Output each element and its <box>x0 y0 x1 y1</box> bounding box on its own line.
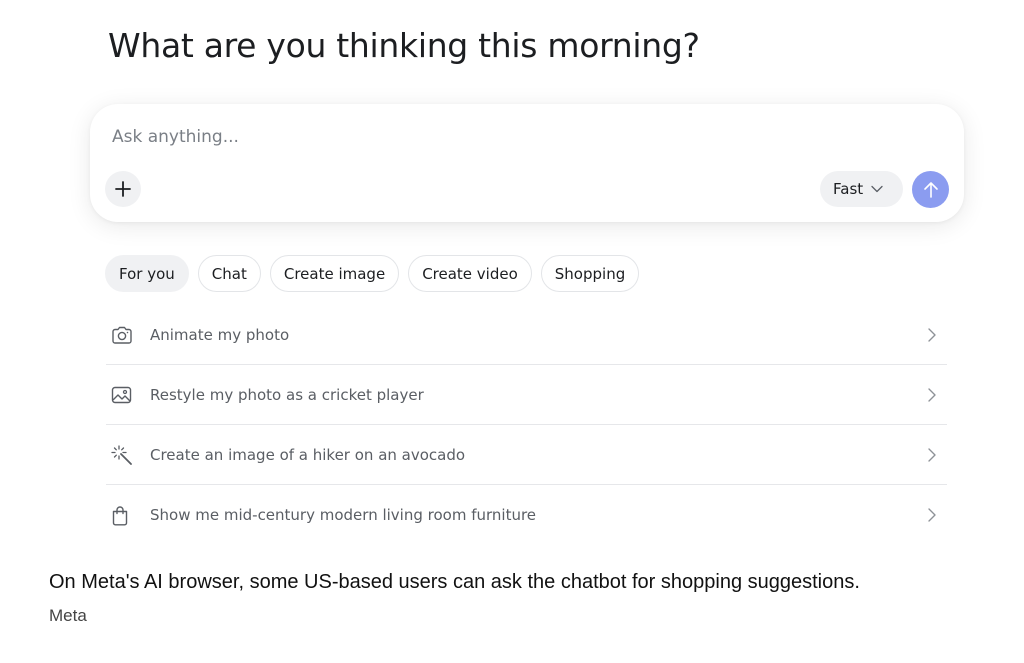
add-attachment-button[interactable] <box>105 171 141 207</box>
suggestion-restyle-photo[interactable]: Restyle my photo as a cricket player <box>106 365 947 425</box>
shopping-bag-icon <box>112 505 128 525</box>
suggestion-create-image[interactable]: Create an image of a hiker on an avocado <box>106 425 947 485</box>
chevron-right-icon <box>928 328 936 342</box>
category-tabs: For you Chat Create image Create video S… <box>105 255 640 292</box>
tab-for-you[interactable]: For you <box>105 255 189 292</box>
chevron-right-icon <box>928 508 936 522</box>
chevron-down-icon <box>871 185 883 193</box>
image-caption: On Meta's AI browser, some US-based user… <box>49 571 860 593</box>
tab-create-image[interactable]: Create image <box>269 255 400 292</box>
tab-create-video[interactable]: Create video <box>408 255 532 292</box>
suggestion-label: Show me mid-century modern living room f… <box>150 506 537 524</box>
suggestion-label: Animate my photo <box>150 325 290 344</box>
suggestion-label: Create an image of a hiker on an avocado <box>150 445 466 464</box>
image-credit: Meta <box>49 606 87 625</box>
image-icon <box>111 386 132 403</box>
magic-wand-icon <box>111 444 132 465</box>
page-heading: What are you thinking this morning? <box>108 26 700 65</box>
arrow-up-icon <box>923 181 938 198</box>
tab-chat[interactable]: Chat <box>197 255 261 292</box>
chevron-right-icon <box>928 388 936 402</box>
suggestion-label: Restyle my photo as a cricket player <box>150 385 424 404</box>
prompt-composer: Fast <box>90 104 964 222</box>
mode-label: Fast <box>833 180 864 198</box>
tab-shopping[interactable]: Shopping <box>540 255 640 292</box>
suggestion-shopping-furniture[interactable]: Show me mid-century modern living room f… <box>106 485 947 545</box>
chevron-right-icon <box>928 448 936 462</box>
suggestion-animate-photo[interactable]: Animate my photo <box>106 305 947 365</box>
suggestion-list: Animate my photo Restyle my photo as a c… <box>106 305 947 545</box>
send-button[interactable] <box>912 171 949 208</box>
mode-selector-button[interactable]: Fast <box>820 171 903 207</box>
camera-icon <box>112 326 132 344</box>
prompt-input[interactable] <box>112 124 812 150</box>
plus-icon <box>115 181 131 197</box>
